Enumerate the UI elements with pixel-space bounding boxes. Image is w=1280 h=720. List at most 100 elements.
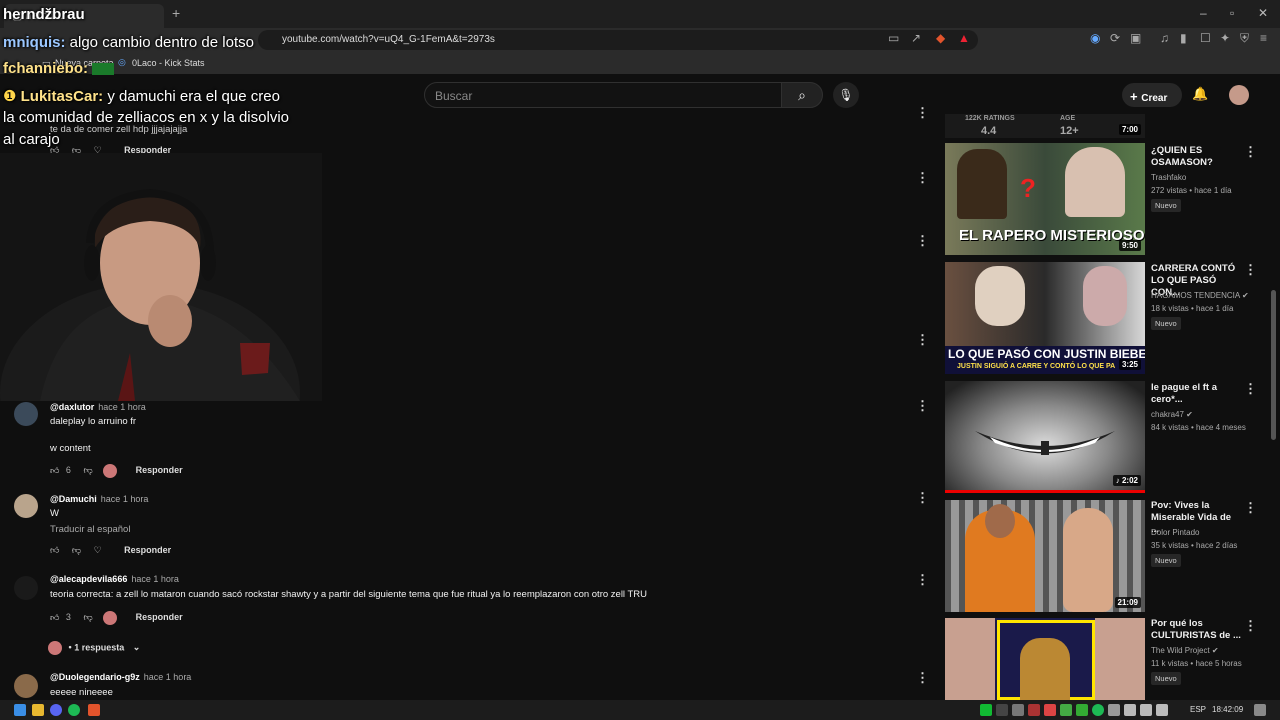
video-thumbnail[interactable]: 122K RATINGS AGE 4.4 12+ 7:00 — [945, 114, 1145, 138]
avatar[interactable] — [14, 674, 38, 698]
discord-icon[interactable] — [50, 704, 62, 716]
streamer-image — [0, 153, 322, 401]
tray-icon[interactable] — [1092, 704, 1104, 716]
brave-shield-icon[interactable]: ◆ — [936, 31, 945, 45]
more-options-icon[interactable]: ⋮ — [916, 233, 929, 249]
more-options-icon[interactable]: ⋮ — [1244, 381, 1257, 397]
voice-search-button[interactable]: 🎙 — [833, 82, 859, 108]
avatar[interactable] — [14, 576, 38, 600]
chevron-down-icon: ⌄ — [132, 642, 141, 653]
close-icon[interactable]: ✕ — [1258, 6, 1268, 20]
more-options-icon[interactable]: ⋮ — [916, 398, 929, 414]
avatar[interactable] — [14, 402, 38, 426]
emote-icon — [92, 63, 114, 76]
video-thumbnail[interactable] — [945, 618, 1145, 700]
avatar[interactable] — [1229, 85, 1249, 105]
video-title[interactable]: le pague el ft a cero*... — [1151, 382, 1241, 406]
badge-icon: ❶ — [3, 88, 21, 105]
share-icon[interactable]: ↗ — [911, 31, 921, 45]
scrollbar[interactable] — [1271, 290, 1276, 440]
language-indicator[interactable]: ESP — [1190, 705, 1206, 714]
create-button[interactable]: + Crear — [1122, 83, 1182, 107]
reply-button[interactable]: Responder — [124, 545, 171, 555]
channel-name[interactable]: Trashfako — [1151, 173, 1186, 182]
dislike-icon[interactable]: 👎︎ — [83, 465, 92, 475]
minimize-icon[interactable]: – — [1200, 6, 1207, 20]
notifications-bell-icon[interactable]: 🔔 — [1192, 86, 1208, 102]
brave-icon[interactable] — [88, 704, 100, 716]
leo-icon[interactable]: ✦ — [1220, 31, 1230, 45]
tray-icon[interactable] — [996, 704, 1008, 716]
bookmark-item[interactable]: 0Laco - Kick Stats — [132, 58, 205, 68]
more-options-icon[interactable]: ⋮ — [916, 332, 929, 348]
bookmark-icon[interactable]: ☐ — [1200, 31, 1211, 45]
video-thumbnail[interactable]: 21:09 — [945, 500, 1145, 612]
reply-button[interactable]: Responder — [136, 612, 183, 622]
heart-icon[interactable]: ♡ — [94, 545, 102, 555]
mic-tray-icon[interactable] — [1108, 704, 1120, 716]
comment-author[interactable]: @Damuchi — [50, 494, 97, 504]
spotify-icon[interactable] — [68, 704, 80, 716]
translate-link[interactable]: Traducir al español — [50, 524, 130, 535]
tray-icon[interactable] — [1060, 704, 1072, 716]
battery-icon[interactable] — [1156, 704, 1168, 716]
search-icon: ⌕ — [798, 87, 806, 103]
like-icon[interactable]: 👍︎ — [50, 612, 59, 622]
comment-author[interactable]: @Duolegendario-g9z — [50, 672, 140, 682]
tray-icon[interactable] — [1012, 704, 1024, 716]
reply-button[interactable]: Responder — [136, 465, 183, 475]
network-icon[interactable] — [1124, 704, 1136, 716]
tray-icon[interactable] — [1028, 704, 1040, 716]
tray-icon[interactable] — [1044, 704, 1056, 716]
channel-name[interactable]: HAGAMOS TENDENCIA ✔ — [1151, 291, 1249, 300]
new-tab-button[interactable]: + — [172, 5, 180, 21]
video-thumbnail[interactable]: LO QUE PASÓ CON JUSTIN BIEBER JUSTIN SIG… — [945, 262, 1145, 374]
more-options-icon[interactable]: ⋮ — [916, 670, 929, 686]
notifications-icon[interactable] — [1254, 704, 1266, 716]
comment-author[interactable]: @alecapdevila666 — [50, 574, 127, 584]
screenshot-icon[interactable]: ▣ — [1130, 31, 1141, 45]
more-options-icon[interactable]: ⋮ — [1244, 144, 1257, 160]
media-icon[interactable]: ♫ — [1160, 31, 1169, 45]
address-bar[interactable]: youtube.com/watch?v=uQ4_G-1FemA&t=2973s — [258, 30, 978, 50]
comment-author[interactable]: @daxlutor — [50, 402, 94, 412]
wallet-icon[interactable]: ◉ — [1090, 31, 1100, 45]
file-explorer-icon[interactable] — [32, 704, 44, 716]
sidebar-icon[interactable]: ▮ — [1180, 31, 1187, 45]
mic-icon: 🎙 — [838, 88, 854, 102]
more-options-icon[interactable]: ⋮ — [916, 490, 929, 506]
more-options-icon[interactable]: ⋮ — [916, 572, 929, 588]
cast-icon[interactable]: ▭ — [888, 31, 899, 45]
volume-icon[interactable] — [1140, 704, 1152, 716]
windows-start-icon[interactable] — [14, 704, 26, 716]
channel-name[interactable]: Dolor Pintado — [1151, 528, 1199, 537]
maximize-icon[interactable]: ▫ — [1230, 6, 1234, 20]
more-options-icon[interactable]: ⋮ — [1244, 500, 1257, 516]
dislike-icon[interactable]: 👎︎ — [72, 545, 81, 555]
more-options-icon[interactable]: ⋮ — [916, 170, 929, 186]
video-title[interactable]: Por qué los CULTURISTAS de ... — [1151, 618, 1241, 642]
like-icon[interactable]: 👍︎ — [50, 465, 59, 475]
video-title[interactable]: ¿QUIEN ES OSAMASON? — [1151, 145, 1241, 169]
clock[interactable]: 18:42:09 — [1212, 705, 1243, 714]
more-options-icon[interactable]: ⋮ — [916, 105, 929, 121]
brave-rewards-icon[interactable]: ▲ — [958, 31, 970, 45]
dislike-icon[interactable]: 👎︎ — [83, 612, 92, 622]
video-thumbnail[interactable]: ♪ 2:02 — [945, 381, 1145, 493]
more-options-icon[interactable]: ⋮ — [1244, 618, 1257, 634]
video-thumbnail[interactable]: ? EL RAPERO MISTERIOSO 9:50 — [945, 143, 1145, 255]
sync-icon[interactable]: ⟳ — [1110, 31, 1120, 45]
like-icon[interactable]: 👍︎ — [50, 545, 59, 555]
menu-icon[interactable]: ≡ — [1260, 31, 1267, 45]
search-input[interactable]: Buscar — [424, 82, 782, 108]
channel-name[interactable]: chakra47 ✔ — [1151, 410, 1193, 419]
channel-name[interactable]: The Wild Project ✔ — [1151, 646, 1219, 655]
vpn-icon[interactable]: ⛨ — [1240, 31, 1249, 46]
view-replies-button[interactable]: • 1 respuesta ⌄ — [48, 641, 140, 655]
search-button[interactable]: ⌕ — [781, 82, 823, 108]
creator-heart-icon — [103, 611, 118, 625]
tray-icon[interactable] — [1076, 704, 1088, 716]
tray-icon[interactable] — [980, 704, 992, 716]
more-options-icon[interactable]: ⋮ — [1244, 262, 1257, 278]
avatar[interactable] — [14, 494, 38, 518]
